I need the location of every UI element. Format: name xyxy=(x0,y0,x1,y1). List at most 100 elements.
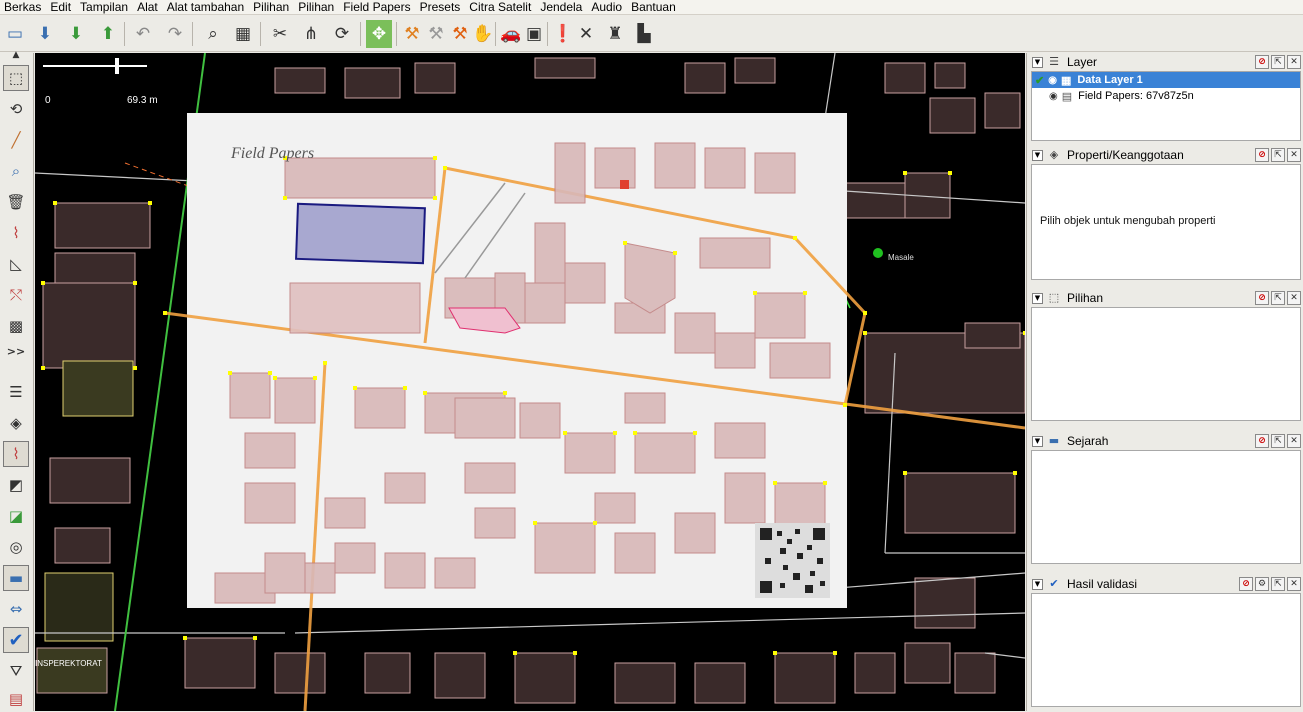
validation-panel: ▼ ✔ Hasil validasi ⊘ ⚙ ⇱ ✕ xyxy=(1031,575,1301,707)
open-file-icon[interactable]: ▭ xyxy=(2,20,28,48)
scale-start-label: 0 xyxy=(45,95,51,106)
zoom-tool-icon[interactable]: ⌕ xyxy=(3,158,29,184)
collapse-icon[interactable]: ▼ xyxy=(1032,435,1043,447)
preferences-icon[interactable]: ▦ xyxy=(230,20,256,48)
collapse-icon[interactable]: ▼ xyxy=(1032,149,1043,161)
draw-line-icon[interactable]: ╱ xyxy=(3,127,29,153)
close-icon[interactable]: ✕ xyxy=(1287,434,1301,448)
main-toolbar: ▭ ⬇ ⬇ ⬆ ↶ ↷ ⌕ ▦ ✂ ⋔ ⟳ ✥ ⚒ ⚒ ⚒ ✋ 🚗 ▣ ❗ ✕ … xyxy=(0,16,1303,52)
layer-panel-title: Layer xyxy=(1067,55,1098,69)
selection-icon: ⬚ xyxy=(1048,291,1060,304)
settings-icon[interactable]: ⚙ xyxy=(1255,577,1269,591)
auto-zoom-icon[interactable]: ✥ xyxy=(366,20,392,48)
disable-icon[interactable]: ⊘ xyxy=(1255,148,1269,162)
conflict-toggle-icon[interactable]: ⇔ xyxy=(3,596,29,622)
zoom-icon[interactable]: ⌕ xyxy=(200,20,226,48)
layer-toggle-icon[interactable]: ☰ xyxy=(3,379,29,405)
menu-tampilan[interactable]: Tampilan xyxy=(76,0,133,14)
upload-icon[interactable]: ⬆ xyxy=(95,20,121,48)
disable-icon[interactable]: ⊘ xyxy=(1255,291,1269,305)
collapse-icon[interactable]: ▼ xyxy=(1032,292,1043,304)
poi-label-insperektorat: INSPEREKTORAT xyxy=(35,659,102,668)
castle-icon[interactable]: ♜ xyxy=(602,20,628,48)
menu-pilihan-2[interactable]: Pilihan xyxy=(294,0,339,14)
disable-icon[interactable]: ⊘ xyxy=(1255,55,1269,69)
combine-way-icon[interactable]: ⋔ xyxy=(298,20,324,48)
layer-item-data-layer-1[interactable]: ✔ ◉ ▦ Data Layer 1 xyxy=(1032,72,1300,88)
download-icon[interactable]: ⬇ xyxy=(63,20,89,48)
collapse-icon[interactable]: ▼ xyxy=(1032,578,1043,590)
data-layer-icon: ▦ xyxy=(1060,74,1072,87)
grid-tool-icon[interactable]: ▩ xyxy=(3,313,29,339)
scroll-up-icon[interactable]: ▲ xyxy=(3,50,29,60)
relation-toggle-icon[interactable]: ⌇ xyxy=(3,441,29,467)
detach-icon[interactable]: ⇱ xyxy=(1271,291,1285,305)
detach-icon[interactable]: ⇱ xyxy=(1271,434,1285,448)
menu-alat-tambahan[interactable]: Alat tambahan xyxy=(163,0,249,14)
way-tool-icon[interactable]: ⌇ xyxy=(3,220,29,246)
layer-panel: ▼ ☰ Layer ⊘ ⇱ ✕ ✔ ◉ ▦ Data Layer 1 ◉ ▤ F… xyxy=(1031,53,1301,141)
factory-icon[interactable]: ▙ xyxy=(631,20,657,48)
draw-tool-icon[interactable]: ⚒ xyxy=(399,20,425,48)
funnel-icon[interactable]: ⛛ xyxy=(3,658,29,684)
history-panel: ▼ ▬ Sejarah ⊘ ⇱ ✕ xyxy=(1031,432,1301,564)
detach-icon[interactable]: ⇱ xyxy=(1271,55,1285,69)
filter-toggle-icon[interactable]: ◎ xyxy=(3,534,29,560)
detach-icon[interactable]: ⇱ xyxy=(1271,577,1285,591)
detach-icon[interactable]: ⇱ xyxy=(1271,148,1285,162)
split-way-icon[interactable]: ✂ xyxy=(267,20,293,48)
layers-icon: ☰ xyxy=(1049,55,1059,68)
map-paint-icon[interactable]: ◩ xyxy=(3,472,29,498)
disable-icon[interactable]: ⊘ xyxy=(1239,577,1253,591)
close-icon[interactable]: ✕ xyxy=(1287,577,1301,591)
visibility-eye-icon[interactable]: ◉ xyxy=(1049,91,1058,102)
toolbox-icon[interactable]: ▤ xyxy=(3,686,29,712)
menu-jendela[interactable]: Jendela xyxy=(536,0,587,14)
close-icon[interactable]: ✕ xyxy=(1287,148,1301,162)
draw-tool-icon[interactable]: ⚒ xyxy=(423,20,449,48)
lasso-tool-icon[interactable]: ⟲ xyxy=(3,96,29,122)
visibility-eye-icon[interactable]: ◉ xyxy=(1048,75,1057,86)
tag-toggle-icon[interactable]: ◈ xyxy=(3,410,29,436)
menu-presets[interactable]: Presets xyxy=(416,0,466,14)
split-tool-icon[interactable]: ⤲ xyxy=(3,282,29,308)
close-icon[interactable]: ✕ xyxy=(1287,291,1301,305)
history-toggle-icon[interactable]: ▬ xyxy=(3,565,29,591)
menu-pilihan[interactable]: Pilihan xyxy=(249,0,294,14)
history-list xyxy=(1031,450,1301,564)
map-canvas[interactable] xyxy=(35,53,1025,711)
menu-alat[interactable]: Alat xyxy=(133,0,163,14)
undo-icon[interactable]: ↶ xyxy=(130,20,156,48)
menu-field-papers[interactable]: Field Papers xyxy=(339,0,415,14)
menu-bantuan[interactable]: Bantuan xyxy=(627,0,681,14)
close-icon[interactable]: ✕ xyxy=(1287,55,1301,69)
tag-icon: ◈ xyxy=(1049,148,1059,161)
refresh-icon[interactable]: ⟳ xyxy=(329,20,355,48)
disable-icon[interactable]: ⊘ xyxy=(1255,434,1269,448)
menu-berkas[interactable]: Berkas xyxy=(0,0,46,14)
delete-tool-icon[interactable]: 🗑 xyxy=(3,189,29,215)
menu-edit[interactable]: Edit xyxy=(46,0,76,14)
selection-list xyxy=(1031,307,1301,421)
menu-audio[interactable]: Audio xyxy=(587,0,627,14)
scale-distance-label: 69.3 m xyxy=(127,95,158,106)
imagery-toggle-icon[interactable]: ◪ xyxy=(3,503,29,529)
save-icon[interactable]: ⬇ xyxy=(32,20,58,48)
map-view[interactable]: 0 69.3 m Masale INSPEREKTORAT Field Pape… xyxy=(35,53,1025,711)
hand-icon[interactable]: ✋ xyxy=(470,20,496,48)
menu-citra-satelit[interactable]: Citra Satelit xyxy=(465,0,536,14)
collapse-icon[interactable]: ▼ xyxy=(1032,56,1043,68)
layer-item-label: Data Layer 1 xyxy=(1077,74,1143,86)
select-tool-icon[interactable]: ⬚ xyxy=(3,65,29,91)
close-icon[interactable]: ✕ xyxy=(573,20,599,48)
validation-check-icon: ✔ xyxy=(1049,577,1059,590)
validation-panel-title: Hasil validasi xyxy=(1067,577,1138,591)
validation-toggle-icon[interactable]: ✔ xyxy=(3,627,29,653)
active-check-icon[interactable]: ✔ xyxy=(1035,74,1044,87)
triangle-tool-icon[interactable]: ◺ xyxy=(3,251,29,277)
layer-item-field-papers[interactable]: ◉ ▤ Field Papers: 67v87z5n xyxy=(1032,88,1300,104)
layer-list: ✔ ◉ ▦ Data Layer 1 ◉ ▤ Field Papers: 67v… xyxy=(1031,71,1301,141)
bus-icon[interactable]: ▣ xyxy=(521,20,547,48)
redo-icon[interactable]: ↷ xyxy=(162,20,188,48)
more-tools-button[interactable]: >> xyxy=(3,338,29,364)
